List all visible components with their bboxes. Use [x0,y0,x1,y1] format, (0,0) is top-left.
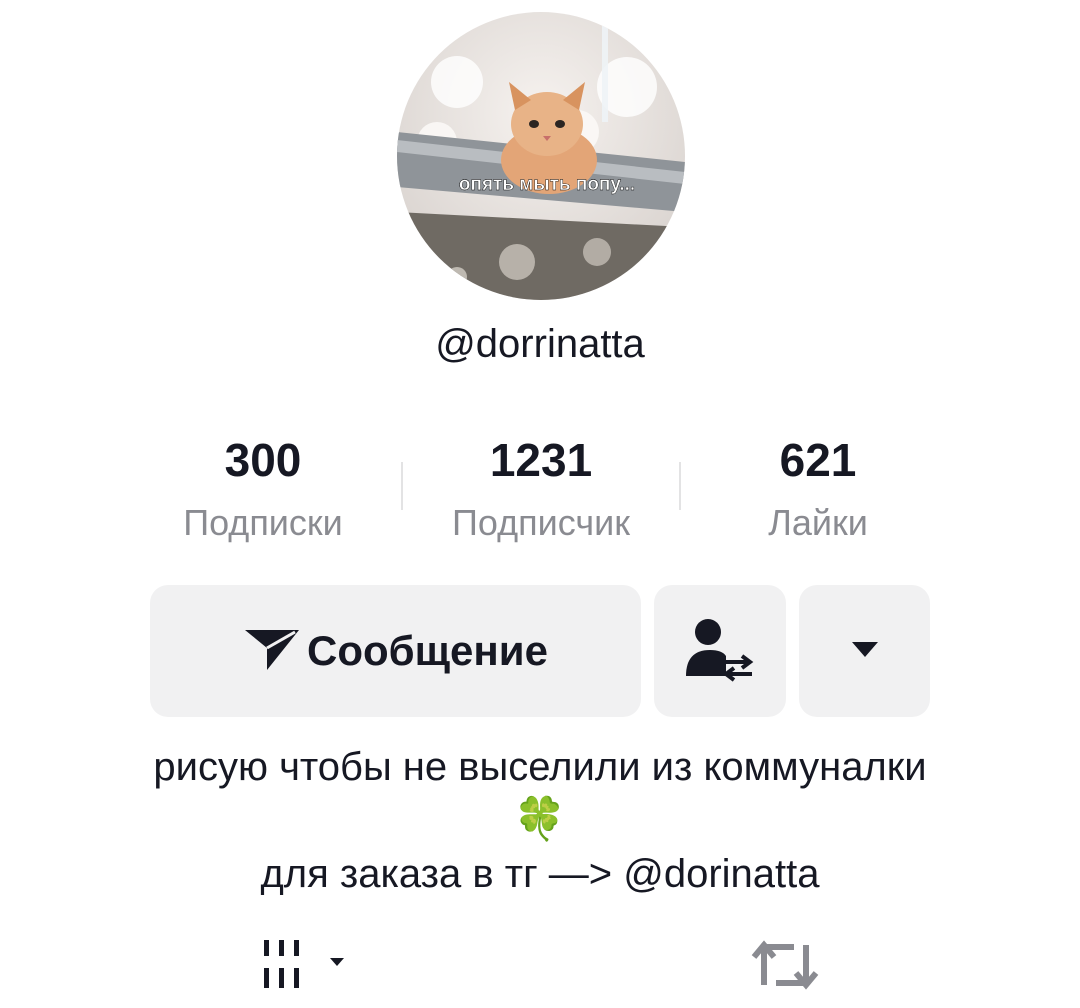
send-icon [243,626,301,677]
avatar-caption: опять мыть попу... [459,174,635,195]
following-count: 300 [224,434,302,486]
message-button[interactable]: Сообщение [150,585,641,717]
profile-avatar[interactable]: опять мыть попу... [397,12,685,300]
tab-reposts[interactable] [750,935,820,1000]
likes-count: 621 [779,434,857,486]
message-button-label: Сообщение [307,627,548,674]
following-stat[interactable]: 300 Подписки [133,430,393,544]
stat-divider [679,462,681,510]
clover-emoji: 🍀 [513,795,567,842]
stat-divider [401,462,403,510]
bio-line-1: рисую чтобы не выселили из коммуналки [153,745,927,789]
followers-stat[interactable]: 1231 Подписчик [411,430,671,544]
tab-videos[interactable] [262,938,352,995]
likes-stat[interactable]: 621 Лайки [688,430,948,544]
add-friend-switch-icon [684,616,756,687]
repost-icon [750,940,820,999]
following-label: Подписки [183,502,343,543]
follow-back-button[interactable] [654,585,786,717]
followers-count: 1231 [489,434,593,486]
more-options-button[interactable] [799,585,930,717]
bio-line-2: для заказа в тг —> @dorinatta [260,852,820,896]
caret-down-icon [850,639,880,664]
username: @dorrinatta [435,322,645,366]
grid-icon [262,940,352,994]
likes-label: Лайки [768,502,868,543]
followers-label: Подписчик [452,502,630,543]
